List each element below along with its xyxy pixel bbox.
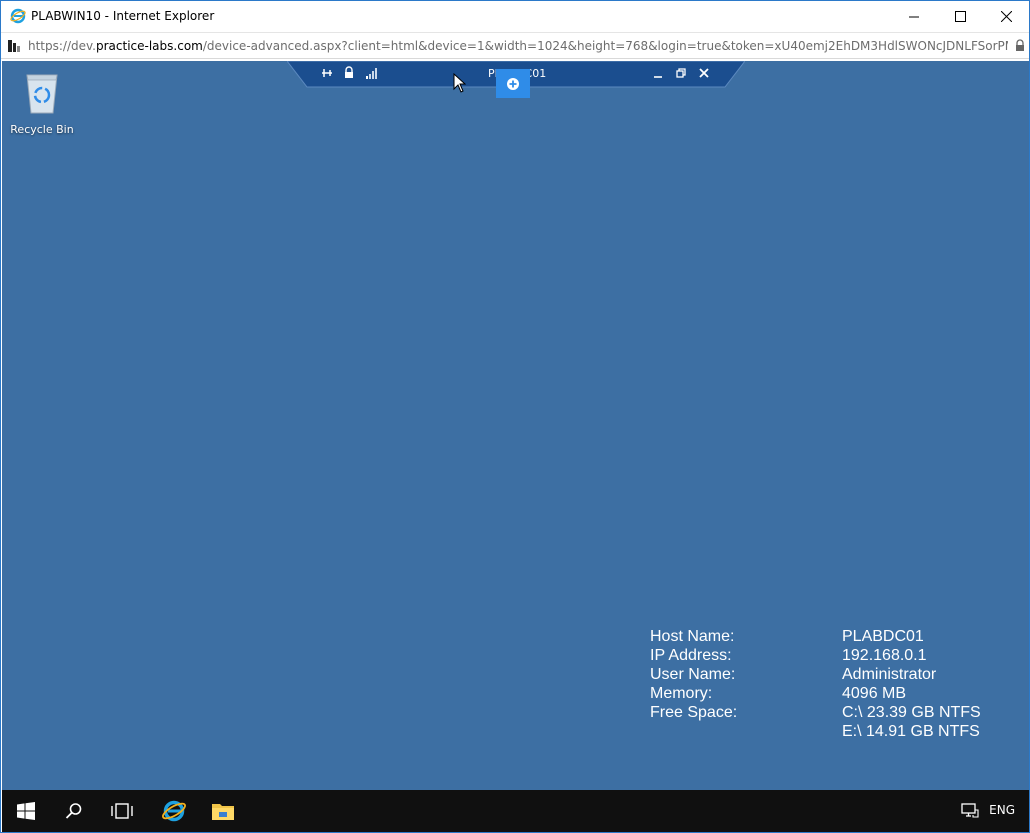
task-view-icon bbox=[111, 803, 133, 819]
address-url[interactable]: https://dev.practice-labs.com/device-adv… bbox=[28, 39, 1008, 53]
minimize-icon bbox=[908, 16, 919, 18]
search-icon bbox=[65, 803, 82, 819]
bginfo-value: 4096 MB bbox=[842, 685, 907, 702]
url-host: practice-labs.com bbox=[96, 39, 203, 53]
minimize-icon[interactable] bbox=[651, 66, 665, 80]
bginfo-value: Administrator bbox=[842, 666, 937, 683]
address-bar[interactable]: https://dev.practice-labs.com/device-adv… bbox=[1, 32, 1029, 59]
close-icon bbox=[1000, 11, 1012, 22]
network-icon[interactable] bbox=[961, 802, 979, 818]
desktop-icon-recycle-bin[interactable]: Recycle Bin bbox=[6, 69, 78, 136]
taskbar-file-explorer[interactable] bbox=[199, 790, 247, 832]
file-explorer-icon bbox=[212, 804, 234, 820]
pin-icon[interactable] bbox=[320, 66, 334, 80]
signal-icon[interactable] bbox=[365, 66, 379, 80]
restore-icon[interactable] bbox=[674, 66, 688, 80]
internet-explorer-icon bbox=[162, 800, 186, 822]
bginfo-value: PLABDC01 bbox=[842, 628, 924, 645]
maximize-icon bbox=[954, 11, 966, 22]
bginfo-row: IP Address: 192.168.0.1 bbox=[650, 646, 1010, 665]
window-title: PLABWIN10 - Internet Explorer bbox=[31, 9, 215, 23]
url-path: /device-advanced.aspx?client=html&device… bbox=[202, 39, 1008, 53]
recycle-bin-icon bbox=[26, 74, 58, 114]
bginfo-row: Host Name: PLABDC01 bbox=[650, 627, 1010, 646]
bginfo-row: User Name: Administrator bbox=[650, 665, 1010, 684]
bginfo-key: User Name: bbox=[650, 666, 736, 683]
bginfo-key: IP Address: bbox=[650, 647, 732, 664]
language-indicator[interactable]: ENG bbox=[989, 803, 1015, 817]
minimize-button[interactable] bbox=[891, 1, 937, 32]
url-scheme: https://dev. bbox=[28, 39, 96, 53]
bginfo-row: Memory: 4096 MB bbox=[650, 684, 1010, 703]
bginfo-row: E:\ 14.91 GB NTFS bbox=[650, 722, 1010, 741]
browser-window: PLABWIN10 - Internet Explorer https://de… bbox=[0, 0, 1030, 833]
remote-desktop[interactable]: Recycle Bin PLABDC01 bbox=[2, 61, 1029, 790]
lock-icon[interactable] bbox=[1015, 39, 1025, 52]
desktop-icon-label: Recycle Bin bbox=[10, 123, 74, 136]
bginfo-value: C:\ 23.39 GB NTFS bbox=[842, 704, 981, 721]
internet-explorer-icon bbox=[10, 8, 26, 24]
mouse-cursor-icon bbox=[453, 73, 466, 93]
search-button[interactable] bbox=[50, 790, 98, 832]
title-bar: PLABWIN10 - Internet Explorer bbox=[1, 1, 1029, 32]
close-icon[interactable] bbox=[697, 66, 711, 80]
start-icon bbox=[17, 802, 35, 820]
bginfo-panel: Host Name: PLABDC01 IP Address: 192.168.… bbox=[650, 627, 1010, 741]
taskbar: ENG bbox=[2, 790, 1029, 832]
bginfo-value: E:\ 14.91 GB NTFS bbox=[842, 723, 980, 740]
pin-button[interactable] bbox=[496, 69, 530, 98]
task-view-button[interactable] bbox=[98, 790, 146, 832]
maximize-button[interactable] bbox=[937, 1, 983, 32]
close-button[interactable] bbox=[983, 1, 1029, 32]
plus-circle-icon bbox=[507, 77, 519, 90]
site-favicon-icon bbox=[8, 40, 20, 52]
bginfo-key: Memory: bbox=[650, 685, 713, 702]
start-button[interactable] bbox=[2, 790, 50, 832]
bginfo-key: Free Space: bbox=[650, 704, 738, 721]
bginfo-row: Free Space: C:\ 23.39 GB NTFS bbox=[650, 703, 1010, 722]
lock-icon[interactable] bbox=[342, 66, 356, 80]
taskbar-internet-explorer[interactable] bbox=[150, 790, 198, 832]
bginfo-value: 192.168.0.1 bbox=[842, 647, 927, 664]
bginfo-key: Host Name: bbox=[650, 628, 735, 645]
